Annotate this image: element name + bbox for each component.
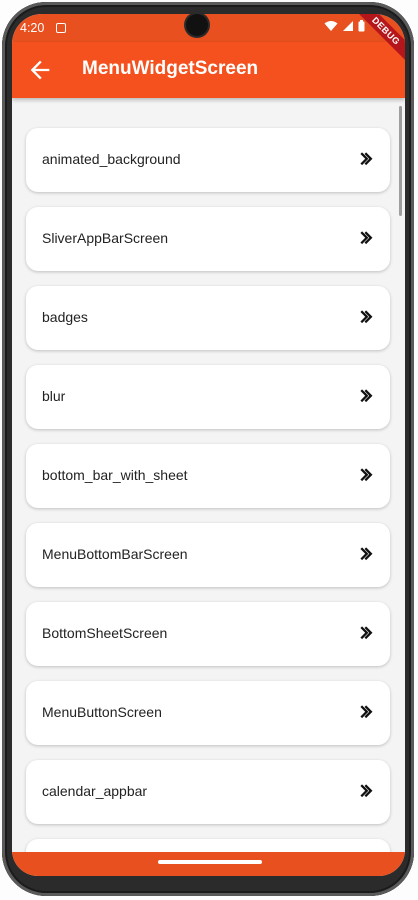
- menu-item[interactable]: calendar_appbar: [26, 760, 390, 824]
- page-title: MenuWidgetScreen: [82, 58, 259, 79]
- menu-item-label: badges: [42, 309, 88, 325]
- menu-item[interactable]: BottomSheetScreen: [26, 602, 390, 666]
- menu-item[interactable]: animated_background: [26, 128, 390, 192]
- menu-item[interactable]: SliverAppBarScreen: [26, 207, 390, 271]
- wifi-icon: [324, 21, 338, 31]
- menu-item[interactable]: MenuBottomBarScreen: [26, 523, 390, 587]
- double-chevron-right-icon: [360, 626, 373, 640]
- double-chevron-right-icon: [360, 152, 373, 166]
- menu-list: animated_background SliverAppBarScreen b…: [12, 98, 405, 852]
- battery-icon: [358, 20, 365, 32]
- menu-item[interactable]: MenuButtonScreen: [26, 681, 390, 745]
- signal-icon: [343, 21, 353, 31]
- menu-item-label: animated_background: [42, 151, 181, 167]
- status-icons: [324, 20, 365, 32]
- system-nav-bar: [12, 852, 405, 876]
- scrollbar[interactable]: [399, 106, 402, 216]
- app-screen: 4:20 DEBUG MenuWidgetScreen animated_bac…: [12, 14, 405, 876]
- double-chevron-right-icon: [360, 389, 373, 403]
- double-chevron-right-icon: [360, 547, 373, 561]
- notification-icon: [56, 23, 66, 33]
- double-chevron-right-icon: [360, 231, 373, 245]
- menu-item-label: blur: [42, 388, 66, 404]
- double-chevron-right-icon: [360, 705, 373, 719]
- double-chevron-right-icon: [360, 784, 373, 798]
- menu-item-label: BottomSheetScreen: [42, 625, 168, 641]
- double-chevron-right-icon: [360, 468, 373, 482]
- menu-item-label: MenuButtonScreen: [42, 704, 162, 720]
- arrow-back-icon: [30, 60, 50, 80]
- menu-item[interactable]: bottom_bar_with_sheet: [26, 444, 390, 508]
- gesture-handle[interactable]: [158, 860, 262, 864]
- double-chevron-right-icon: [360, 310, 373, 324]
- menu-item-label: bottom_bar_with_sheet: [42, 467, 188, 483]
- device-mockup: 4:20 DEBUG MenuWidgetScreen animated_bac…: [0, 0, 418, 900]
- front-camera: [186, 14, 208, 36]
- back-button[interactable]: [26, 56, 54, 84]
- menu-item[interactable]: [26, 839, 390, 852]
- menu-item-label: calendar_appbar: [42, 783, 148, 799]
- menu-item-label: SliverAppBarScreen: [42, 230, 169, 246]
- status-bar: 4:20 DEBUG: [12, 14, 405, 67]
- menu-item-label: MenuBottomBarScreen: [42, 546, 188, 562]
- menu-item[interactable]: badges: [26, 286, 390, 350]
- status-time: 4:20: [20, 21, 45, 35]
- menu-item[interactable]: blur: [26, 365, 390, 429]
- app-bar: MenuWidgetScreen: [12, 42, 405, 98]
